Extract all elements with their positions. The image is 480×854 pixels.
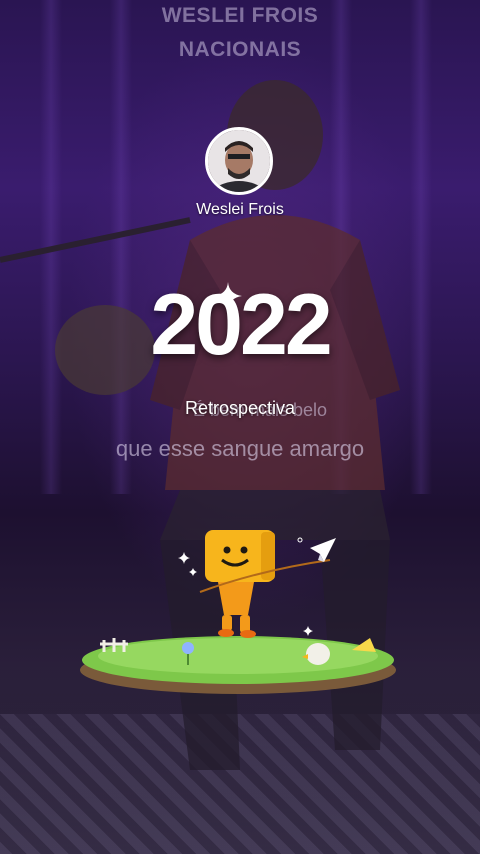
- mascot-character: [199, 530, 331, 638]
- song-title-line2: NACIONAIS: [178, 38, 302, 61]
- avatar[interactable]: [205, 127, 273, 195]
- lyric-line-2: que esse sangue amargo: [115, 436, 365, 461]
- username[interactable]: Weslei Frois: [0, 201, 480, 219]
- profile-photo: [208, 130, 270, 192]
- curtain-stripe: [410, 0, 432, 494]
- paper-plane-icon: [310, 538, 336, 562]
- recap-mascot-scene: [80, 530, 396, 694]
- video-screen[interactable]: WESLEI FROIS NACIONAIS Weslei Frois 2022…: [0, 0, 480, 854]
- sparkle-icon: [214, 282, 242, 310]
- song-title-line1: WESLEI FROIS: [161, 4, 319, 27]
- recap-label: Retrospectiva: [184, 398, 296, 418]
